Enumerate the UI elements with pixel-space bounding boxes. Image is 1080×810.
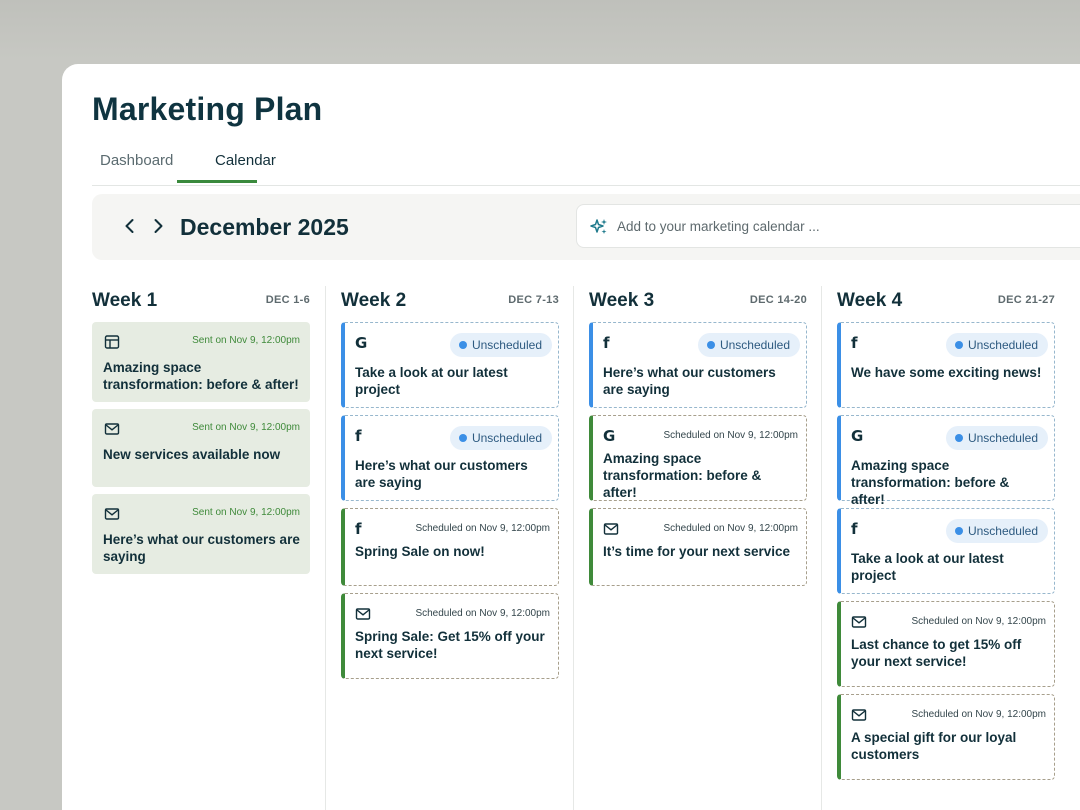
campaign-card[interactable]: Scheduled on Nov 9, 12:00pm A special gif… (837, 694, 1055, 780)
week-title: Week 2 (341, 290, 407, 311)
campaign-title: Here’s what our customers are saying (355, 458, 528, 490)
facebook-icon: f (851, 334, 858, 352)
tab-dashboard[interactable]: Dashboard (100, 152, 173, 186)
week-column: Week 4 DEC 21-27 f Unscheduled We have some … (821, 286, 1061, 810)
campaign-card[interactable]: Scheduled on Nov 9, 12:00pm Spring Sale: … (341, 593, 559, 679)
campaign-title: Amazing space transformation: before & a… (851, 458, 1010, 507)
campaign-card[interactable]: f Unscheduled We have some exciting news! (837, 322, 1055, 408)
campaign-card[interactable]: Sent on Nov 9, 12:00pm Here’s what our cu… (92, 494, 310, 574)
campaign-card[interactable]: G Unscheduled Take a look at our latest pr… (341, 322, 559, 408)
status-dot-icon (954, 341, 963, 349)
send-timestamp: Scheduled on Nov 9, 12:00pm (663, 523, 798, 534)
week-column: Week 3 DEC 14-20 f Unscheduled Here’s what o… (573, 286, 813, 810)
campaign-card[interactable]: Scheduled on Nov 9, 12:00pm Last chance t… (837, 601, 1055, 687)
campaign-title: Take a look at our latest project (851, 551, 1004, 583)
campaign-card[interactable]: G Unscheduled Amazing space transformation… (837, 415, 1055, 507)
status-dot-icon (706, 341, 715, 349)
campaign-card[interactable]: Sent on Nov 9, 12:00pm Amazing space tran… (92, 322, 310, 402)
campaign-title: New services available now (103, 447, 281, 462)
campaign-title: It’s time for your next service (603, 544, 791, 559)
campaign-card[interactable]: f Unscheduled Take a look at our latest pr… (837, 508, 1055, 594)
campaign-title: Amazing space transformation: before & a… (103, 360, 299, 392)
background (0, 0, 1080, 60)
campaign-title: We have some exciting news! (851, 365, 1042, 380)
status-badge: Unscheduled (697, 333, 800, 357)
status-dot-icon (458, 341, 467, 349)
status-label: Unscheduled (471, 338, 542, 352)
google-icon: G (851, 427, 864, 445)
add-to-calendar-input[interactable] (617, 215, 1057, 237)
campaign-card[interactable]: G Scheduled on Nov 9, 12:00pm Amazing spac… (589, 415, 807, 501)
layout-icon (104, 334, 120, 350)
current-month: December 2025 (180, 214, 349, 240)
sparkle-icon (589, 217, 609, 237)
status-badge: Unscheduled (449, 333, 552, 357)
campaign-title: Last chance to get 15% off your next ser… (851, 637, 1022, 669)
google-icon: G (603, 427, 616, 445)
send-timestamp: Sent on Nov 9, 12:00pm (192, 507, 300, 518)
campaign-title: Spring Sale: Get 15% off your next servi… (355, 629, 545, 661)
app-window: Marketing Plan Dashboard Calendar Decemb… (62, 64, 1080, 810)
email-icon (355, 606, 371, 622)
email-icon (104, 421, 120, 437)
status-badge: Unscheduled (449, 426, 552, 450)
status-dot-icon (954, 434, 963, 442)
campaign-title: A special gift for our loyal customers (851, 730, 1017, 762)
facebook-icon: f (603, 334, 610, 352)
week-date-range: DEC 21-27 (997, 294, 1055, 306)
campaign-card[interactable]: Sent on Nov 9, 12:00pm New services avail… (92, 409, 310, 487)
status-label: Unscheduled (967, 431, 1038, 445)
status-label: Unscheduled (967, 338, 1038, 352)
send-timestamp: Scheduled on Nov 9, 12:00pm (415, 523, 550, 534)
week-date-range: DEC 1-6 (265, 294, 310, 306)
week-column: Week 2 DEC 7-13 G Unscheduled Take a look at… (325, 286, 565, 810)
chevron-right-icon[interactable] (148, 216, 168, 236)
email-icon (851, 707, 867, 723)
google-icon: G (355, 334, 368, 352)
email-icon (603, 521, 619, 537)
week-column: Week 1 DEC 1-6 Sent on Nov 9, 12:00pm Amazi… (92, 286, 332, 810)
campaign-title: Take a look at our latest project (355, 365, 508, 397)
campaign-card[interactable]: f Unscheduled Here’s what our customers ar… (341, 415, 559, 501)
email-icon (104, 506, 120, 522)
status-label: Unscheduled (967, 524, 1038, 538)
send-timestamp: Scheduled on Nov 9, 12:00pm (663, 430, 798, 441)
calendar-toolbar: December 2025 (92, 194, 1080, 260)
status-badge: Unscheduled (945, 519, 1048, 543)
campaign-title: Spring Sale on now! (355, 544, 485, 559)
campaign-card[interactable]: Scheduled on Nov 9, 12:00pm It’s time for… (589, 508, 807, 586)
send-timestamp: Scheduled on Nov 9, 12:00pm (911, 616, 1046, 627)
campaign-card[interactable]: f Unscheduled Here’s what our customers ar… (589, 322, 807, 408)
add-to-calendar-box[interactable] (576, 204, 1080, 248)
facebook-icon: f (355, 427, 362, 445)
status-badge: Unscheduled (945, 426, 1048, 450)
week-title: Week 4 (837, 290, 903, 311)
status-label: Unscheduled (719, 338, 790, 352)
active-tab-indicator (177, 180, 257, 183)
status-dot-icon (458, 434, 467, 442)
week-title: Week 3 (589, 290, 655, 311)
status-badge: Unscheduled (945, 333, 1048, 357)
email-icon (851, 614, 867, 630)
week-title: Week 1 (92, 290, 158, 311)
page-title: Marketing Plan (92, 91, 323, 127)
facebook-icon: f (851, 520, 858, 538)
status-dot-icon (954, 527, 963, 535)
send-timestamp: Sent on Nov 9, 12:00pm (192, 422, 300, 433)
send-timestamp: Sent on Nov 9, 12:00pm (192, 335, 300, 346)
campaign-card[interactable]: f Scheduled on Nov 9, 12:00pm Spring Sale … (341, 508, 559, 586)
facebook-icon: f (355, 520, 362, 538)
week-date-range: DEC 7-13 (508, 294, 559, 306)
status-label: Unscheduled (471, 431, 542, 445)
campaign-title: Amazing space transformation: before & a… (603, 451, 762, 500)
campaign-title: Here’s what our customers are saying (103, 532, 300, 564)
send-timestamp: Scheduled on Nov 9, 12:00pm (911, 709, 1046, 720)
chevron-left-icon[interactable] (120, 216, 140, 236)
week-date-range: DEC 14-20 (749, 294, 807, 306)
campaign-title: Here’s what our customers are saying (603, 365, 776, 397)
send-timestamp: Scheduled on Nov 9, 12:00pm (415, 608, 550, 619)
